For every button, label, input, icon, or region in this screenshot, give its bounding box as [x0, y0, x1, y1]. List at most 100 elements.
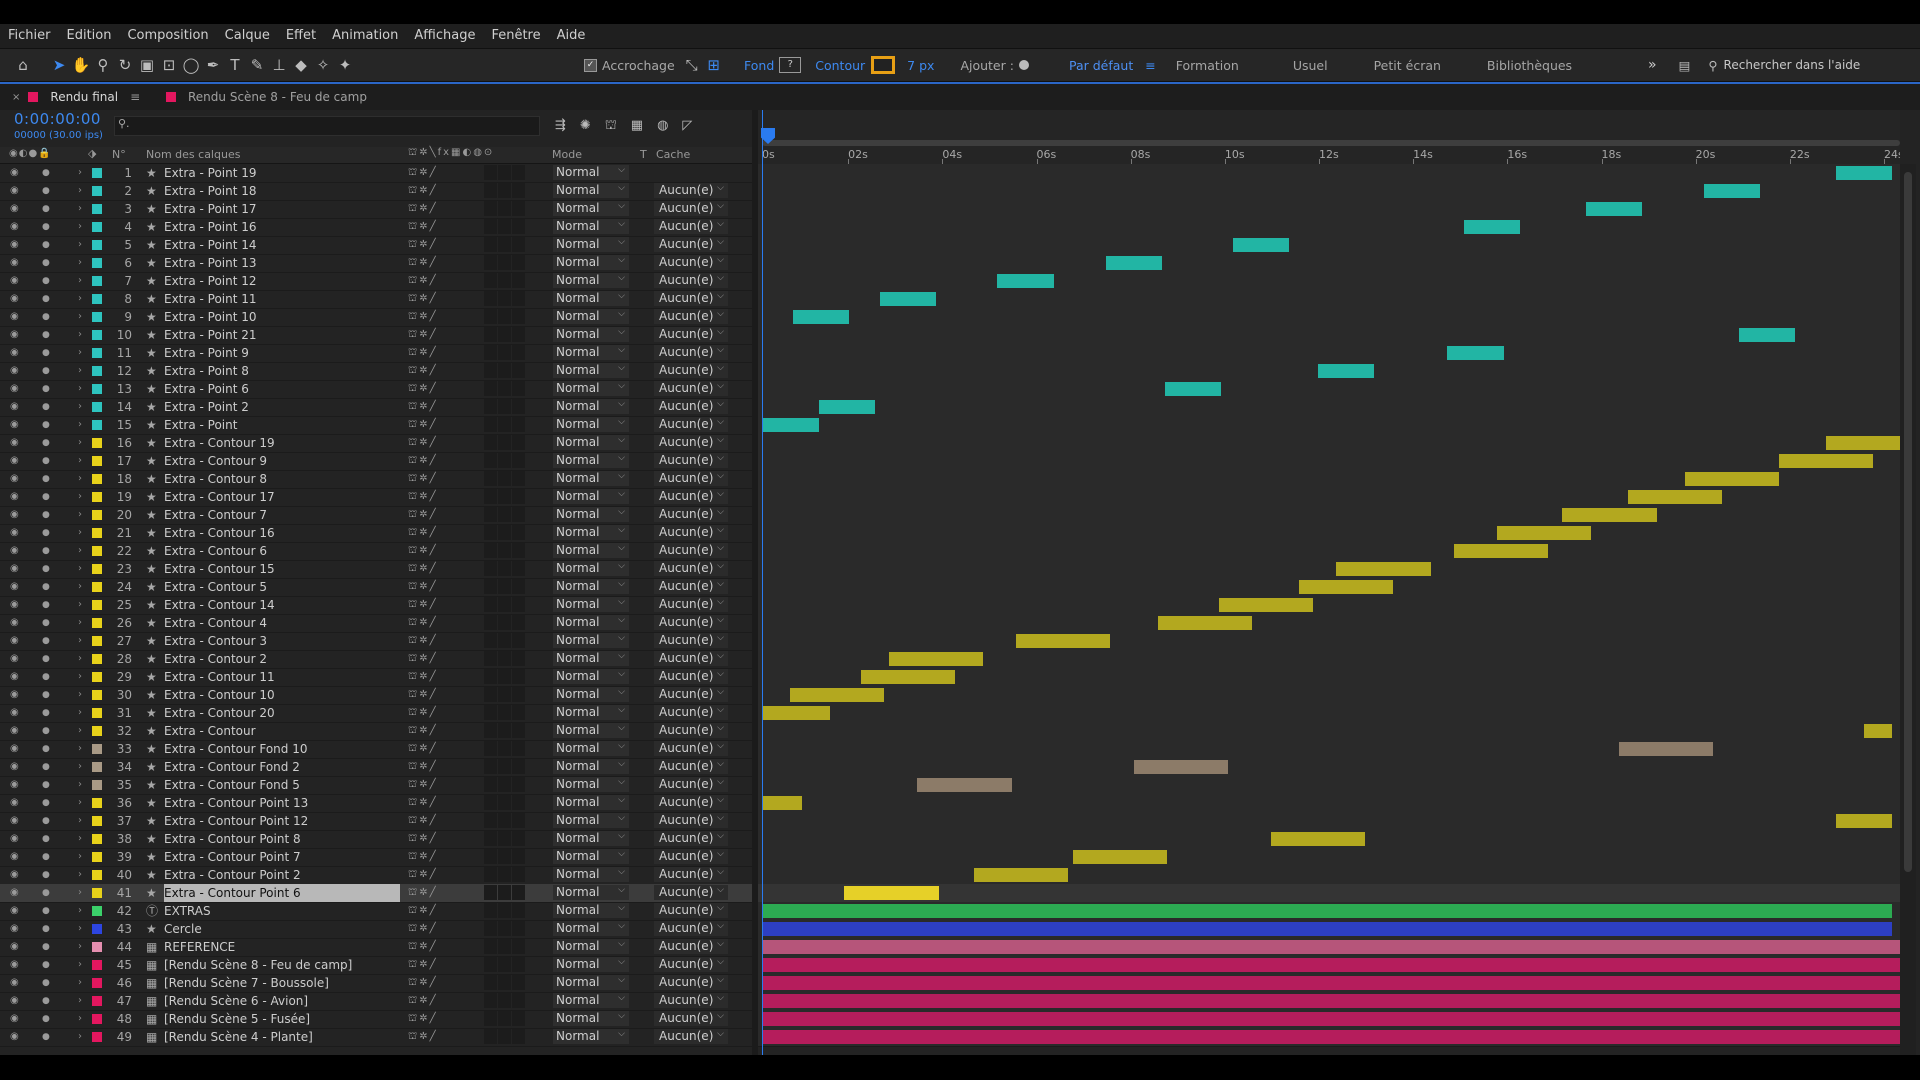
label-color-swatch[interactable] [92, 942, 102, 952]
label-color-swatch[interactable] [92, 492, 102, 502]
menu-aide[interactable]: Aide [549, 24, 594, 48]
layer-switches[interactable]: ⛫✲╱ [408, 218, 452, 236]
label-color-swatch[interactable] [92, 654, 102, 664]
layer-row[interactable]: ◉ ● › 3 ★ Extra - Point 17 ⛫✲╱ Normal Aucun(e) [0, 199, 752, 219]
stroke-label[interactable]: Contour [815, 58, 865, 73]
layer-duration-bar[interactable] [1105, 256, 1163, 270]
chevron-right-icon[interactable]: › [78, 740, 88, 758]
graph-editor-icon[interactable]: ◸ [682, 118, 692, 134]
blend-mode-dropdown[interactable]: Normal [553, 505, 629, 522]
add-label[interactable]: Ajouter : [960, 58, 1014, 73]
blend-mode-dropdown[interactable]: Normal [553, 523, 629, 540]
clone-stamp-tool-icon[interactable]: ⊥ [268, 54, 290, 76]
eye-icon[interactable]: ◉ [10, 506, 22, 524]
layer-duration-bar[interactable] [1454, 544, 1549, 558]
brush-tool-icon[interactable]: ✎ [246, 54, 268, 76]
timeline-scrollbar[interactable] [1900, 164, 1916, 1055]
chevron-right-icon[interactable]: › [78, 452, 88, 470]
chevron-right-icon[interactable]: › [78, 524, 88, 542]
eye-icon[interactable]: ◉ [10, 686, 22, 704]
layer-switches[interactable]: ⛫✲╱ [408, 524, 452, 542]
label-color-swatch[interactable] [92, 312, 102, 322]
layer-switches[interactable]: ⛫✲╱ [408, 794, 452, 812]
layer-name[interactable]: Extra - Contour 14 [164, 596, 400, 614]
layer-switches[interactable]: ⛫✲╱ [408, 956, 452, 974]
layer-duration-bar[interactable] [1684, 472, 1779, 486]
layer-extra-switches[interactable] [484, 524, 544, 542]
layer-name[interactable]: Extra - Contour 19 [164, 434, 400, 452]
cache-dropdown[interactable]: Aucun(e) [654, 739, 728, 756]
layer-row[interactable]: ◉ ● › 28 ★ Extra - Contour 2 ⛫✲╱ Normal Aucun(e) [0, 649, 752, 669]
layer-name[interactable]: Extra - Contour Fond 2 [164, 758, 400, 776]
cache-dropdown[interactable]: Aucun(e) [654, 631, 728, 648]
layer-extra-switches[interactable] [484, 668, 544, 686]
layer-row[interactable]: ◉ ● › 36 ★ Extra - Contour Point 13 ⛫✲╱ Normal A… [0, 793, 752, 813]
label-color-swatch[interactable] [92, 780, 102, 790]
eye-icon[interactable]: ◉ [10, 362, 22, 380]
solo-icon[interactable]: ● [42, 596, 52, 614]
blend-mode-dropdown[interactable]: Normal [553, 937, 629, 954]
layer-row[interactable]: ◉ ● › 15 ★ Extra - Point ⛫✲╱ Normal Aucun(e) [0, 415, 752, 435]
blend-mode-dropdown[interactable]: Normal [553, 559, 629, 576]
chevron-right-icon[interactable]: › [78, 866, 88, 884]
chevron-right-icon[interactable]: › [78, 902, 88, 920]
solo-icon[interactable]: ● [42, 812, 52, 830]
workspace-petit-ecran[interactable]: Petit écran [1374, 58, 1441, 73]
solo-icon[interactable]: ● [42, 218, 52, 236]
eye-icon[interactable]: ◉ [10, 290, 22, 308]
layer-switches[interactable]: ⛫✲╱ [408, 434, 452, 452]
chevron-right-icon[interactable]: › [78, 380, 88, 398]
label-color-swatch[interactable] [92, 852, 102, 862]
solo-icon[interactable]: ● [42, 974, 52, 992]
layer-extra-switches[interactable] [484, 560, 544, 578]
layer-name[interactable]: Cercle [164, 920, 400, 938]
layer-name[interactable]: [Rendu Scène 8 - Feu de camp] [164, 956, 400, 974]
solo-icon[interactable]: ● [42, 722, 52, 740]
layer-switches[interactable]: ⛫✲╱ [408, 362, 452, 380]
layer-row[interactable]: ◉ ● › 34 ★ Extra - Contour Fond 2 ⛫✲╱ Normal Auc… [0, 757, 752, 777]
layer-row[interactable]: ◉ ● › 2 ★ Extra - Point 18 ⛫✲╱ Normal Aucun(e) [0, 181, 752, 201]
eye-icon[interactable]: ◉ [10, 722, 22, 740]
layer-name[interactable]: Extra - Point 14 [164, 236, 400, 254]
solo-icon[interactable]: ● [42, 380, 52, 398]
zoom-tool-icon[interactable]: ⚲ [92, 54, 114, 76]
layer-duration-bar[interactable] [1738, 328, 1796, 342]
cache-dropdown[interactable]: Aucun(e) [654, 667, 728, 684]
cache-dropdown[interactable]: Aucun(e) [654, 523, 728, 540]
layer-extra-switches[interactable] [484, 686, 544, 704]
layer-extra-switches[interactable] [484, 344, 544, 362]
layer-extra-switches[interactable] [484, 704, 544, 722]
layer-row[interactable]: ◉ ● › 17 ★ Extra - Contour 9 ⛫✲╱ Normal Aucun(e) [0, 451, 752, 471]
workspace-menu-icon[interactable]: ≡ [1145, 58, 1155, 73]
label-color-swatch[interactable] [92, 1032, 102, 1042]
chevron-right-icon[interactable]: › [78, 1010, 88, 1028]
eye-icon[interactable]: ◉ [10, 650, 22, 668]
layer-extra-switches[interactable] [484, 740, 544, 758]
layer-switches[interactable]: ⛫✲╱ [408, 650, 452, 668]
eye-icon[interactable]: ◉ [10, 236, 22, 254]
layer-name[interactable]: Extra - Point 16 [164, 218, 400, 236]
solo-icon[interactable]: ● [42, 182, 52, 200]
cache-dropdown[interactable]: Aucun(e) [654, 559, 728, 576]
layer-row[interactable]: ◉ ● › 10 ★ Extra - Point 21 ⛫✲╱ Normal Aucun(e) [0, 325, 752, 345]
blend-mode-dropdown[interactable]: Normal [553, 577, 629, 594]
layer-row[interactable]: ◉ ● › 40 ★ Extra - Contour Point 2 ⛫✲╱ Normal Au… [0, 865, 752, 885]
layer-name[interactable]: Extra - Contour 11 [164, 668, 400, 686]
layer-duration-bar[interactable] [879, 292, 937, 306]
layer-duration-bar[interactable] [1232, 238, 1290, 252]
chevron-right-icon[interactable]: › [78, 794, 88, 812]
layer-name[interactable]: Extra - Contour Point 12 [164, 812, 400, 830]
label-color-swatch[interactable] [92, 960, 102, 970]
layer-row[interactable]: ◉ ● › 45 ▦ [Rendu Scène 8 - Feu de camp] ⛫✲╱ No… [0, 955, 752, 975]
chevron-right-icon[interactable]: › [78, 614, 88, 632]
label-color-swatch[interactable] [92, 672, 102, 682]
layer-extra-switches[interactable] [484, 506, 544, 524]
layer-duration-bar[interactable] [1835, 814, 1892, 828]
label-color-swatch[interactable] [92, 618, 102, 628]
eye-icon[interactable]: ◉ [10, 254, 22, 272]
layer-duration-bar[interactable] [973, 868, 1069, 882]
blend-mode-dropdown[interactable]: Normal [553, 649, 629, 666]
solo-icon[interactable]: ● [42, 326, 52, 344]
eye-icon[interactable]: ◉ [10, 596, 22, 614]
layer-name[interactable]: Extra - Contour 8 [164, 470, 400, 488]
